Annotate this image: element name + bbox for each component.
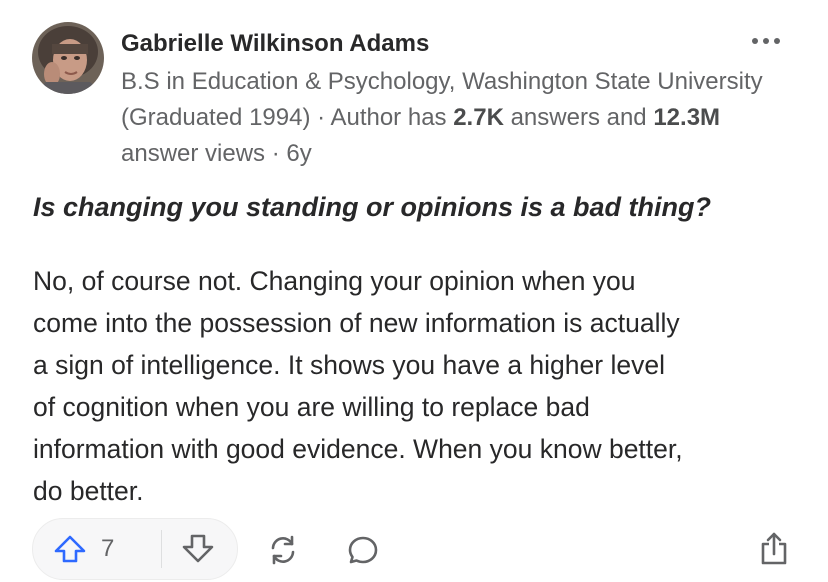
question-title[interactable]: Is changing you standing or opinions is … — [33, 192, 711, 223]
author-credential: B.S in Education & Psychology, Washingto… — [121, 64, 801, 172]
answers-count: 2.7K — [453, 104, 504, 131]
answer-line: information with good evidence. When you… — [33, 434, 683, 464]
more-dot — [763, 38, 769, 44]
author-name[interactable]: Gabrielle Wilkinson Adams — [121, 30, 429, 58]
answer-line: of cognition when you are willing to rep… — [33, 392, 590, 422]
answer-line: come into the possession of new informat… — [33, 308, 680, 338]
answer-line: do better. — [33, 476, 144, 506]
views-count: 12.3M — [653, 104, 721, 131]
more-dot — [774, 38, 780, 44]
vote-divider — [161, 530, 162, 568]
share-button[interactable] — [266, 533, 300, 572]
share-export-icon — [761, 532, 787, 565]
comment-button[interactable] — [346, 533, 380, 572]
author-avatar[interactable] — [32, 22, 104, 94]
answer-line: No, of course not. Changing your opinion… — [33, 266, 636, 296]
more-dot — [752, 38, 758, 44]
refresh-share-icon — [271, 535, 295, 565]
vote-pill: 7 — [32, 518, 238, 580]
upvote-button[interactable]: 7 — [53, 529, 114, 569]
export-share-button[interactable] — [758, 531, 790, 572]
views-suffix: answer views · 6y — [121, 140, 312, 167]
avatar-image — [32, 22, 104, 94]
answer-body: No, of course not. Changing your opinion… — [33, 260, 803, 512]
arrow-up-icon — [54, 535, 86, 563]
speech-bubble-icon — [348, 536, 378, 564]
arrow-down-icon — [182, 534, 214, 563]
answer-line: a sign of intelligence. It shows you hav… — [33, 350, 665, 380]
downvote-button[interactable] — [181, 532, 215, 569]
upvote-count: 7 — [101, 535, 115, 562]
more-options-icon[interactable] — [748, 34, 784, 48]
answers-suffix: answers and — [503, 104, 654, 131]
